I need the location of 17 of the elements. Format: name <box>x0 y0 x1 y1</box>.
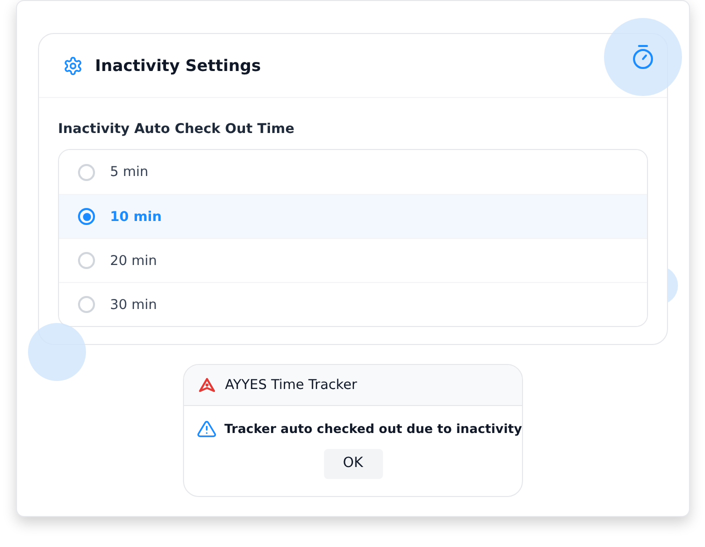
radio-option[interactable]: 5 min <box>59 150 647 194</box>
gear-icon <box>63 56 83 76</box>
dialog-message: Tracker auto checked out due to inactivity <box>224 420 522 438</box>
option-label: 10 min <box>110 208 162 227</box>
option-label: 20 min <box>110 252 157 271</box>
option-label: 30 min <box>110 296 157 315</box>
field-label: Inactivity Auto Check Out Time <box>58 120 296 139</box>
stopwatch-icon <box>631 44 655 70</box>
option-label: 5 min <box>110 163 148 182</box>
radio-option[interactable]: 20 min <box>59 238 647 282</box>
ok-button[interactable]: OK <box>324 448 382 479</box>
dialog-title: AYYES Time Tracker <box>225 376 358 395</box>
logo-icon <box>199 378 215 392</box>
card-title: Inactivity Settings <box>95 54 261 76</box>
warning-icon <box>197 420 216 438</box>
radio-button[interactable] <box>78 208 95 226</box>
radio-option[interactable]: 30 min <box>59 282 647 326</box>
